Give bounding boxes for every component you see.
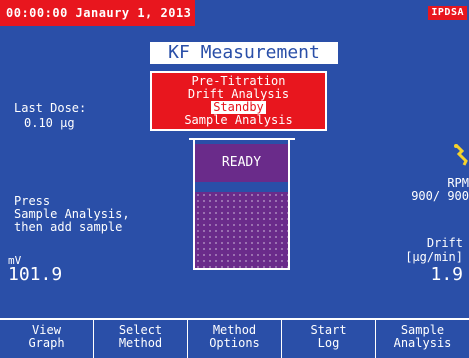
rpm-value: 900/ 900	[411, 189, 469, 203]
start-log-button[interactable]: Start Log	[282, 320, 376, 358]
status-bar: 00:00:00 Janaury 1, 2013 IPDSA	[0, 0, 469, 26]
view-graph-button[interactable]: View Graph	[0, 320, 94, 358]
instruction-line-1: Press	[14, 194, 51, 208]
instruction-line-3: then add sample	[14, 220, 123, 234]
beaker-graphic: READY	[189, 138, 295, 270]
probe-icon	[454, 143, 468, 166]
beaker-state: READY	[195, 144, 288, 182]
drift-unit: [µg/min]	[405, 250, 463, 264]
status-badge: IPDSA	[428, 6, 467, 20]
select-method-button[interactable]: Select Method	[94, 320, 188, 358]
instrument-screen: 00:00:00 Janaury 1, 2013 IPDSA KF Measur…	[0, 0, 469, 358]
datetime-display: 00:00:00 Janaury 1, 2013	[0, 0, 196, 26]
softkey-label: Options	[209, 336, 260, 350]
status-menu: Pre-Titration Drift Analysis Standby Sam…	[150, 71, 327, 131]
page-title: KF Measurement	[150, 42, 338, 64]
softkey-bar: View Graph Select Method Method Options …	[0, 318, 469, 358]
drift-label: Drift	[426, 236, 463, 250]
beaker-liquid	[195, 192, 288, 268]
method-options-button[interactable]: Method Options	[188, 320, 282, 358]
softkey-label: Graph	[28, 336, 65, 350]
drift-value: 1.9	[430, 264, 463, 285]
softkey-label: Method	[118, 336, 163, 350]
last-dose-label: Last Dose:	[14, 101, 87, 115]
last-dose-value: 0.10 µg	[24, 116, 75, 130]
mv-value: 101.9	[8, 264, 63, 285]
softkey-label: Analysis	[393, 336, 452, 350]
status-sample-analysis[interactable]: Sample Analysis	[152, 114, 325, 127]
softkey-label: Log	[317, 336, 340, 350]
rpm-label: RPM	[447, 176, 469, 190]
instruction-line-2: Sample Analysis,	[14, 207, 130, 221]
sample-analysis-button[interactable]: Sample Analysis	[376, 320, 469, 358]
